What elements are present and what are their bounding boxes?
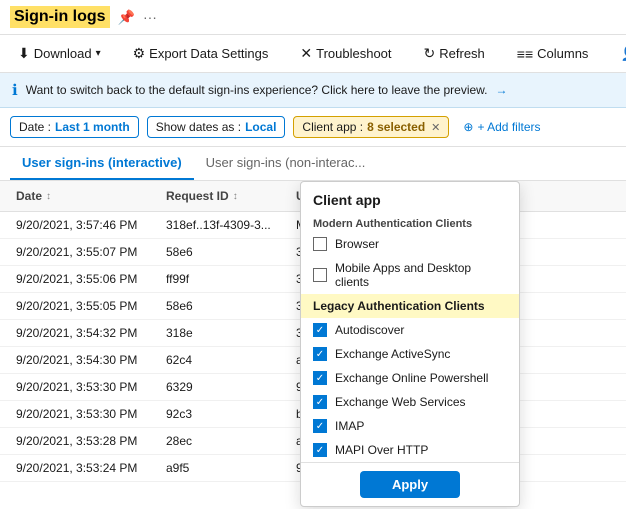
tab-non-interactive[interactable]: User sign-ins (non-interac...: [194, 147, 378, 180]
info-icon: ℹ: [12, 81, 18, 99]
export-button[interactable]: ⚙ Export Data Settings: [123, 39, 279, 68]
export-icon: ⚙: [133, 45, 146, 62]
sort-requestid-icon[interactable]: ↕: [233, 191, 238, 202]
sort-date-icon[interactable]: ↕: [46, 191, 51, 202]
th-request-id: Request ID ↕: [160, 181, 290, 211]
dropdown-footer: Apply: [301, 462, 519, 506]
dropdown-item-imap[interactable]: ✓ IMAP: [301, 414, 519, 438]
title-bar: Sign-in logs 📌 ···: [0, 0, 626, 35]
label-mobile-desktop: Mobile Apps and Desktop clients: [335, 261, 507, 289]
cell-request-id: 28ec: [160, 428, 290, 454]
columns-button[interactable]: ≡≡ Columns: [507, 40, 599, 68]
download-caret: ▾: [96, 48, 101, 59]
user-icon: 👤: [620, 45, 626, 62]
troubleshoot-icon: ✕: [300, 45, 312, 62]
th-date: Date ↕: [10, 181, 160, 211]
dropdown-item-mapi-over-http[interactable]: ✓ MAPI Over HTTP: [301, 438, 519, 462]
cell-date: 9/20/2021, 3:55:06 PM: [10, 266, 160, 292]
label-exchange-web-services: Exchange Web Services: [335, 395, 466, 409]
checkbox-exchange-web-services[interactable]: ✓: [313, 395, 327, 409]
legacy-section-text: Legacy Authentication Clients: [313, 299, 485, 313]
dropdown-item-exchange-online-powershell[interactable]: ✓ Exchange Online Powershell: [301, 366, 519, 390]
checkbox-exchange-online-powershell[interactable]: ✓: [313, 371, 327, 385]
info-link[interactable]: →: [496, 83, 508, 97]
cell-date: 9/20/2021, 3:53:30 PM: [10, 374, 160, 400]
download-button[interactable]: ⬇ Download ▾: [8, 39, 111, 68]
more-icon[interactable]: ···: [143, 9, 157, 25]
cell-request-id: 58e6: [160, 293, 290, 319]
troubleshoot-button[interactable]: ✕ Troubleshoot: [290, 39, 401, 68]
client-app-val: 8 selected: [367, 120, 425, 134]
cell-request-id: 62c4: [160, 347, 290, 373]
label-autodiscover: Autodiscover: [335, 323, 404, 337]
cell-request-id: 92c3: [160, 401, 290, 427]
date-filter-val: Last 1 month: [55, 120, 130, 134]
date-filter-key: Date :: [19, 120, 51, 134]
checkbox-exchange-activesync[interactable]: ✓: [313, 347, 327, 361]
label-imap: IMAP: [335, 419, 364, 433]
dropdown-item-exchange-web-services[interactable]: ✓ Exchange Web Services: [301, 390, 519, 414]
page-title: Sign-in logs: [10, 6, 110, 28]
checkbox-browser[interactable]: [313, 237, 327, 251]
cell-request-id: a9f5: [160, 455, 290, 481]
cell-date: 9/20/2021, 3:57:46 PM: [10, 212, 160, 238]
dropdown-title: Client app: [301, 182, 519, 214]
show-dates-key: Show dates as :: [156, 120, 241, 134]
client-app-close-icon[interactable]: ✕: [431, 121, 440, 134]
dropdown-scroll-area[interactable]: Modern Authentication Clients Browser Mo…: [301, 214, 519, 462]
cell-date: 9/20/2021, 3:53:30 PM: [10, 401, 160, 427]
modern-auth-section-label: Modern Authentication Clients: [301, 214, 519, 232]
label-exchange-activesync: Exchange ActiveSync: [335, 347, 450, 361]
show-dates-filter-chip[interactable]: Show dates as : Local: [147, 116, 286, 138]
cell-request-id: 6329: [160, 374, 290, 400]
cell-date: 9/20/2021, 3:54:32 PM: [10, 320, 160, 346]
show-dates-val: Local: [245, 120, 276, 134]
apply-button[interactable]: Apply: [360, 471, 460, 498]
cell-request-id: 318e: [160, 320, 290, 346]
cell-request-id: ff99f: [160, 266, 290, 292]
toolbar: ⬇ Download ▾ ⚙ Export Data Settings ✕ Tr…: [0, 35, 626, 73]
dropdown-item-mobile-desktop[interactable]: Mobile Apps and Desktop clients: [301, 256, 519, 294]
checkbox-autodiscover[interactable]: ✓: [313, 323, 327, 337]
checkbox-imap[interactable]: ✓: [313, 419, 327, 433]
client-app-filter-chip[interactable]: Client app : 8 selected ✕: [293, 116, 449, 138]
cell-date: 9/20/2021, 3:55:05 PM: [10, 293, 160, 319]
date-filter-chip[interactable]: Date : Last 1 month: [10, 116, 139, 138]
dropdown-item-exchange-activesync[interactable]: ✓ Exchange ActiveSync: [301, 342, 519, 366]
cell-request-id: 318ef..13f-4309-3...: [160, 212, 290, 238]
info-banner: ℹ Want to switch back to the default sig…: [0, 73, 626, 108]
dropdown-item-browser[interactable]: Browser: [301, 232, 519, 256]
label-mapi-over-http: MAPI Over HTTP: [335, 443, 428, 457]
cell-date: 9/20/2021, 3:55:07 PM: [10, 239, 160, 265]
add-filter-button[interactable]: ⊕ + Add filters: [457, 117, 546, 137]
client-app-dropdown: Client app Modern Authentication Clients…: [300, 181, 520, 507]
tab-interactive[interactable]: User sign-ins (interactive): [10, 147, 194, 180]
label-browser: Browser: [335, 237, 379, 251]
tabs-bar: User sign-ins (interactive) User sign-in…: [0, 147, 626, 181]
cell-request-id: 58e6: [160, 239, 290, 265]
legacy-auth-section-label: Legacy Authentication Clients: [301, 294, 519, 318]
dropdown-item-autodiscover[interactable]: ✓ Autodiscover: [301, 318, 519, 342]
checkbox-mapi-over-http[interactable]: ✓: [313, 443, 327, 457]
refresh-icon: ↻: [424, 45, 436, 62]
columns-icon: ≡≡: [517, 46, 533, 62]
cell-date: 9/20/2021, 3:54:30 PM: [10, 347, 160, 373]
checkbox-mobile-desktop[interactable]: [313, 268, 327, 282]
pin-icon[interactable]: 📌: [118, 9, 135, 26]
cell-date: 9/20/2021, 3:53:28 PM: [10, 428, 160, 454]
main-content: Date ↕ Request ID ↕ User Status 9/20/202…: [0, 181, 626, 509]
add-filter-icon: ⊕: [463, 120, 473, 134]
info-text: Want to switch back to the default sign-…: [26, 83, 488, 97]
label-exchange-online-powershell: Exchange Online Powershell: [335, 371, 488, 385]
client-app-key: Client app :: [302, 120, 363, 134]
filter-bar: Date : Last 1 month Show dates as : Loca…: [0, 108, 626, 147]
cell-date: 9/20/2021, 3:53:24 PM: [10, 455, 160, 481]
download-icon: ⬇: [18, 45, 30, 62]
refresh-button[interactable]: ↻ Refresh: [414, 39, 495, 68]
got-button[interactable]: 👤 Got fe: [610, 39, 626, 68]
